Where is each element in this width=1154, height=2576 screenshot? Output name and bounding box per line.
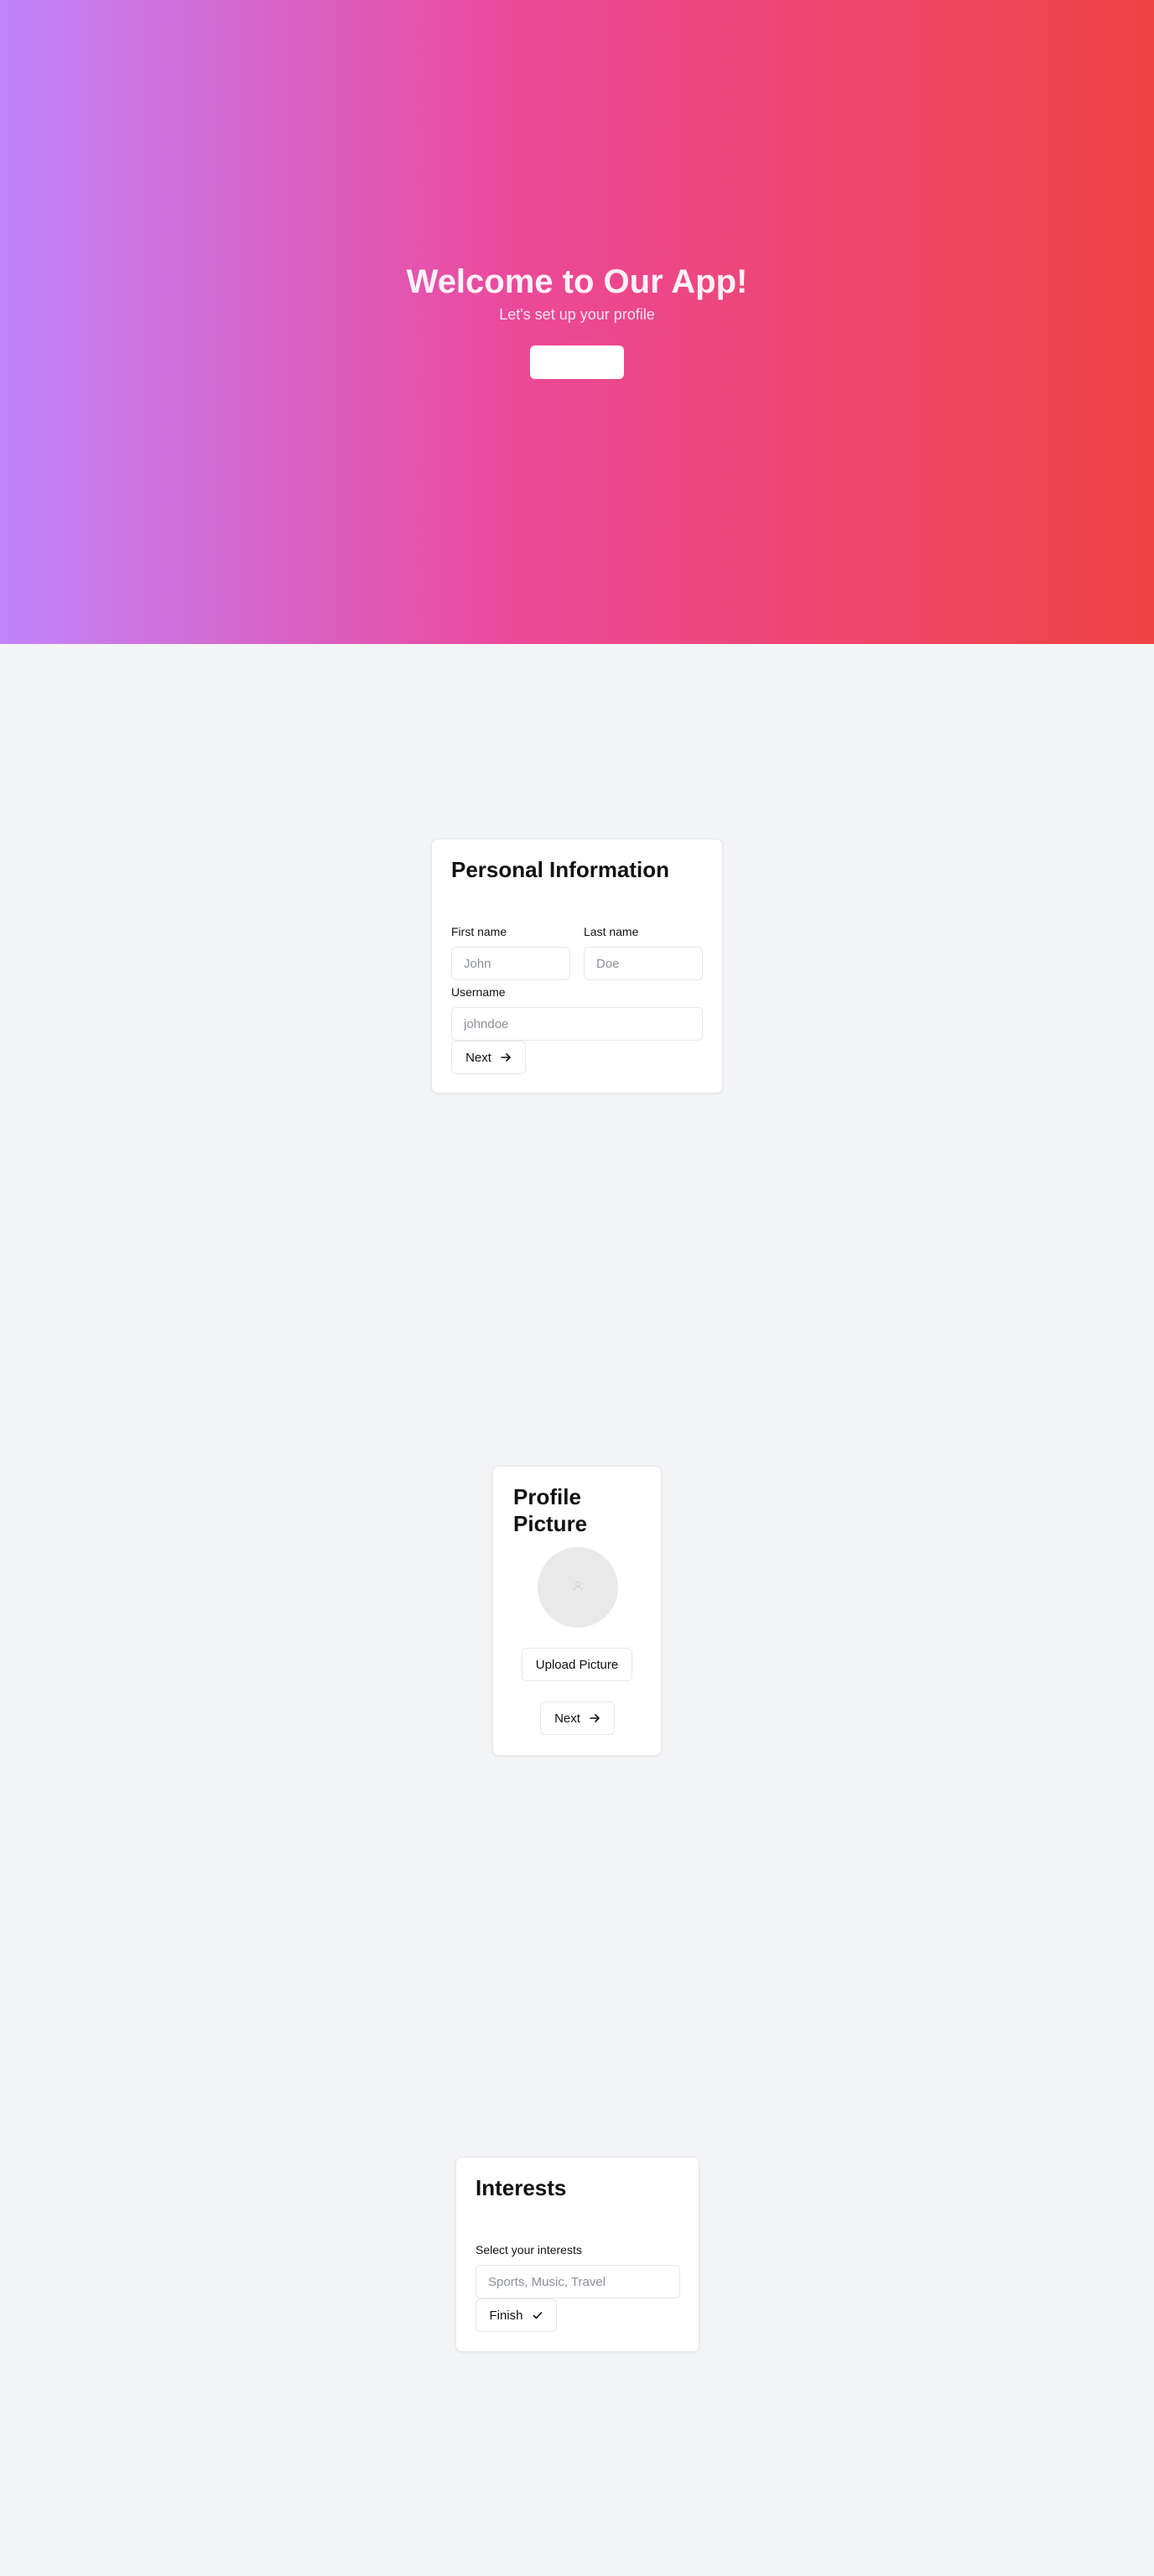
hero-subtitle: Let's set up your profile	[499, 306, 655, 323]
next-button-label: Next	[465, 1050, 491, 1065]
first-name-label: First name	[451, 925, 507, 938]
avatar-placeholder[interactable]	[538, 1547, 618, 1628]
profile-picture-title: Profile Picture	[513, 1484, 588, 1536]
arrow-right-icon	[500, 1052, 512, 1063]
welcome-hero: Welcome to Our App! Let's set up your pr…	[0, 0, 1154, 644]
finish-button[interactable]: Finish	[476, 2298, 557, 2332]
personal-info-next-button[interactable]: Next	[451, 1041, 526, 1074]
upload-picture-label: Upload Picture	[535, 1657, 619, 1672]
hero-title: Welcome to Our App!	[406, 263, 748, 300]
get-started-button[interactable]	[530, 345, 624, 379]
profile-picture-next-button[interactable]: Next	[540, 1701, 615, 1735]
check-icon	[532, 2309, 543, 2321]
personal-information-card: Personal Information First name Last nam…	[431, 839, 723, 1093]
interests-input[interactable]	[476, 2265, 680, 2298]
last-name-input[interactable]	[584, 947, 703, 980]
interests-title: Interests	[476, 2175, 567, 2200]
upload-picture-button[interactable]: Upload Picture	[522, 1648, 632, 1681]
username-input[interactable]	[451, 1007, 703, 1041]
arrow-right-icon	[589, 1712, 600, 1724]
personal-information-title: Personal Information	[451, 857, 670, 882]
first-name-input[interactable]	[451, 947, 570, 980]
profile-picture-card: Profile Picture Upload Picture Next	[492, 1466, 662, 1756]
interests-card: Interests Select your interests Finish	[455, 2157, 699, 2352]
select-interests-label: Select your interests	[476, 2243, 582, 2257]
last-name-label: Last name	[584, 925, 639, 938]
user-icon	[572, 1580, 584, 1596]
username-label: Username	[451, 985, 506, 999]
next-button-label: Next	[554, 1711, 580, 1726]
finish-button-label: Finish	[489, 2308, 523, 2323]
